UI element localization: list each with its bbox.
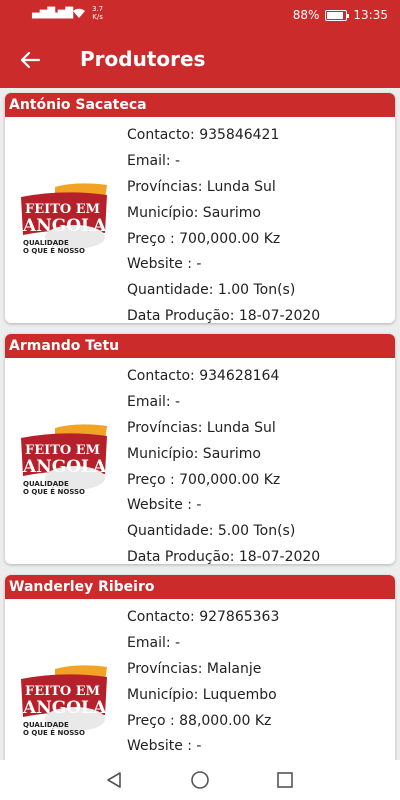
municipality-text: Município: Saurimo [127, 445, 261, 462]
municipality-text: Município: Luquembo [127, 686, 277, 703]
signal-icon-2: ▄▆█ [50, 8, 74, 19]
nav-back-button[interactable] [100, 768, 128, 792]
contact-text: Contacto: 935846421 [127, 127, 280, 143]
producer-list[interactable]: António Sacateca FEITO EM ANGOLA QUALIDADE… [0, 88, 400, 760]
network-speed-unit: K/s [92, 13, 103, 21]
website-text: Website : - [127, 256, 202, 273]
producer-name: Wanderley Ribeiro [5, 575, 395, 599]
feito-em-angola-logo: FEITO EMANGOLA QUALIDADEO QUE É NOSSO [21, 424, 107, 496]
feito-em-angola-logo: FEITO EMANGOLA QUALIDADEO QUE É NOSSO [21, 183, 107, 255]
logo-tagline1: QUALIDADE [23, 480, 69, 488]
producer-details: Contacto: 934628164 Email: - Províncias:… [127, 364, 320, 564]
nav-recents-button[interactable] [271, 768, 299, 792]
arrow-left-icon [20, 51, 40, 69]
website-text: Website : - [127, 738, 202, 755]
logo-line2: ANGOLA [22, 457, 107, 477]
logo-tagline1: QUALIDADE [23, 239, 69, 247]
producer-name: Armando Tetu [5, 334, 395, 358]
status-bar: ▄▆█ ▄▆█ 3.7 K/s 88% 13:35 [0, 0, 400, 32]
nav-home-button[interactable] [186, 768, 214, 792]
logo-line2: ANGOLA [22, 216, 107, 236]
website-text: Website : - [127, 497, 202, 514]
page-title: Produtores [80, 47, 206, 71]
feito-em-angola-logo: FEITO EMANGOLA QUALIDADEO QUE É NOSSO [21, 665, 107, 737]
logo-tagline2: O QUE É NOSSO [23, 487, 85, 496]
producer-details: Contacto: 927865363 Email: - Províncias:… [127, 605, 279, 760]
logo-tagline2: O QUE É NOSSO [23, 246, 85, 255]
battery-percent: 88% [292, 8, 320, 22]
production-date-text: Data Produção: 18-07-2020 [127, 549, 321, 564]
quantity-text: Quantidade: 1.00 Ton(s) [127, 282, 296, 299]
wifi-icon [72, 8, 86, 22]
logo-line1: FEITO EM [25, 443, 100, 458]
square-recents-icon [277, 772, 293, 788]
triangle-back-icon [107, 772, 121, 788]
municipality-text: Município: Saurimo [127, 204, 261, 221]
email-text: Email: - [127, 634, 181, 651]
system-nav-bar [0, 760, 400, 800]
circle-home-icon [191, 771, 209, 789]
quantity-text: Quantidade: 5.00 Ton(s) [127, 523, 296, 540]
producer-details: Contacto: 935846421 Email: - Províncias:… [127, 123, 320, 323]
network-speed: 3.7 K/s [92, 5, 103, 21]
contact-text: Contacto: 927865363 [127, 609, 280, 625]
logo-tagline2: O QUE É NOSSO [23, 728, 85, 737]
logo-line1: FEITO EM [25, 684, 100, 699]
producer-card[interactable]: Wanderley Ribeiro FEITO EM ANGOLA QUALIDAD… [5, 575, 395, 760]
logo-line1: FEITO EM [25, 202, 100, 217]
back-button[interactable] [14, 44, 46, 76]
contact-text: Contacto: 934628164 [127, 368, 280, 384]
province-text: Províncias: Malanje [127, 660, 262, 677]
province-text: Províncias: Lunda Sul [127, 419, 276, 436]
email-text: Email: - [127, 393, 181, 410]
producer-card[interactable]: Armando Tetu FEITO EM ANGOLA QUALIDADE O QU… [5, 334, 395, 564]
app-bar: Produtores [0, 32, 400, 88]
email-text: Email: - [127, 152, 181, 169]
price-text: Preço : 88,000.00 Kz [127, 712, 272, 729]
logo-line2: ANGOLA [22, 698, 107, 718]
price-text: Preço : 700,000.00 Kz [127, 230, 281, 247]
province-text: Províncias: Lunda Sul [127, 178, 276, 195]
logo-tagline1: QUALIDADE [23, 721, 69, 729]
producer-card[interactable]: António Sacateca FEITO EM ANGOLA QUALIDADE… [5, 93, 395, 323]
price-text: Preço : 700,000.00 Kz [127, 471, 281, 488]
network-speed-value: 3.7 [92, 5, 104, 13]
producer-name: António Sacateca [5, 93, 395, 117]
battery-icon [325, 9, 350, 21]
production-date-text: Data Produção: 18-07-2020 [127, 308, 321, 323]
clock: 13:35 [353, 8, 388, 22]
